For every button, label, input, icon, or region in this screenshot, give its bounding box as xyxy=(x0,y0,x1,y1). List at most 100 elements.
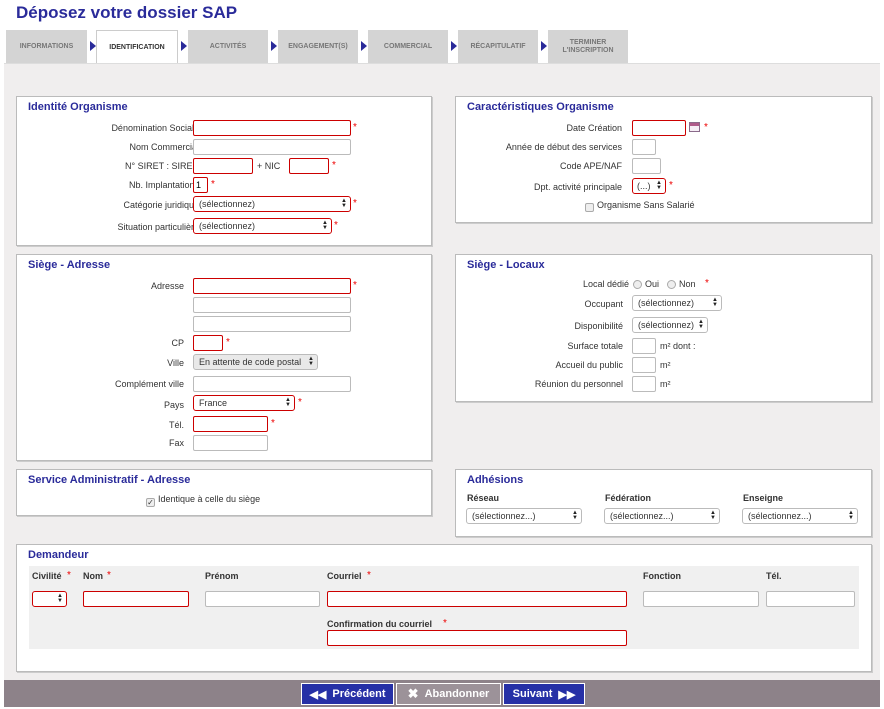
demandeur-tel-input[interactable] xyxy=(766,591,855,607)
annee-debut-label: Année de début des services xyxy=(505,142,622,152)
adresse-line2-input[interactable] xyxy=(193,297,351,313)
sans-salarie-checkbox[interactable] xyxy=(585,203,594,212)
reunion-input[interactable] xyxy=(632,376,656,392)
dpt-select[interactable]: (...) ▲ ▼ xyxy=(632,178,666,194)
step-recapitulatif[interactable]: RÉCAPITULATIF xyxy=(458,30,538,63)
denomination-label: Dénomination Sociale xyxy=(111,123,199,133)
required-mark: * xyxy=(271,418,275,429)
required-mark: * xyxy=(353,198,357,209)
step-identification[interactable]: IDENTIFICATION xyxy=(96,30,178,64)
non-label: Non xyxy=(679,279,696,289)
required-mark: * xyxy=(107,570,111,581)
required-mark: * xyxy=(669,180,673,191)
step-commercial[interactable]: COMMERCIAL xyxy=(368,30,448,63)
reseau-select[interactable]: (sélectionnez...) ▲ ▼ xyxy=(466,508,582,524)
dpt-label: Dpt. activité principale xyxy=(533,182,622,192)
adresse-line3-input[interactable] xyxy=(193,316,351,332)
confirmation-label: Confirmation du courriel xyxy=(327,619,433,629)
courriel-label: Courriel xyxy=(327,571,362,581)
required-mark: * xyxy=(334,220,338,231)
categorie-select[interactable]: (sélectionnez) ▲ ▼ xyxy=(193,196,351,212)
disponibilite-label: Disponibilité xyxy=(574,321,623,331)
nb-implantations-label: Nb. Implantations xyxy=(128,180,199,190)
complement-input[interactable] xyxy=(193,376,351,392)
nom-input[interactable] xyxy=(83,591,189,607)
denomination-input[interactable] xyxy=(193,120,351,136)
surface-input[interactable] xyxy=(632,338,656,354)
pays-label: Pays xyxy=(163,400,184,410)
courriel-input[interactable] xyxy=(327,591,627,607)
identique-checkbox[interactable]: ✓ xyxy=(146,498,155,507)
reunion-unit: m² xyxy=(660,379,671,389)
step-arrow-icon xyxy=(451,41,457,51)
code-ape-input[interactable] xyxy=(632,158,661,174)
select-arrows-icon: ▲ ▼ xyxy=(572,510,578,521)
nb-implantations-input[interactable] xyxy=(193,177,208,193)
siege-locaux-title: Siège - Locaux xyxy=(467,259,545,271)
required-mark: * xyxy=(353,280,357,291)
situation-select[interactable]: (sélectionnez) ▲ ▼ xyxy=(193,218,332,234)
annee-debut-input[interactable] xyxy=(632,139,656,155)
federation-label: Fédération xyxy=(605,493,652,503)
fax-input[interactable] xyxy=(193,435,268,451)
civilite-select[interactable]: ▲ ▼ xyxy=(32,591,67,607)
precedent-button[interactable]: ◀◀ Précédent xyxy=(301,683,394,705)
required-mark: * xyxy=(67,570,71,581)
complement-label: Complément ville xyxy=(114,379,184,389)
tel-label: Tél. xyxy=(168,420,184,430)
disponibilite-select[interactable]: (sélectionnez) ▲ ▼ xyxy=(632,317,708,333)
cp-input[interactable] xyxy=(193,335,223,351)
accueil-label: Accueil du public xyxy=(555,360,623,370)
siren-input[interactable] xyxy=(193,158,253,174)
step-arrow-icon xyxy=(271,41,277,51)
select-arrows-icon: ▲ ▼ xyxy=(308,356,314,367)
local-dedie-oui-radio[interactable] xyxy=(633,280,642,289)
select-arrows-icon: ▲ ▼ xyxy=(341,198,347,209)
required-mark: * xyxy=(704,122,708,133)
select-arrows-icon: ▲ ▼ xyxy=(285,397,291,408)
step-informations[interactable]: INFORMATIONS xyxy=(6,30,87,63)
surface-label: Surface totale xyxy=(567,341,623,351)
adresse-line1-input[interactable] xyxy=(193,278,351,294)
tel-input[interactable] xyxy=(193,416,268,432)
nic-input[interactable] xyxy=(289,158,329,174)
local-dedie-non-radio[interactable] xyxy=(667,280,676,289)
situation-label: Situation particulière xyxy=(117,222,199,232)
caracteristiques-title: Caractéristiques Organisme xyxy=(467,101,614,113)
suivant-button[interactable]: Suivant ▶▶ xyxy=(503,683,585,705)
ville-select[interactable]: En attente de code postal ▲ ▼ xyxy=(193,354,318,370)
required-mark: * xyxy=(332,160,336,171)
fonction-input[interactable] xyxy=(643,591,759,607)
required-mark: * xyxy=(298,397,302,408)
required-mark: * xyxy=(353,122,357,133)
caracteristiques-panel: Caractéristiques Organisme Date Création… xyxy=(455,96,872,223)
step-engagements[interactable]: ENGAGEMENT(S) xyxy=(278,30,358,63)
double-chevron-right-icon: ▶▶ xyxy=(558,688,576,701)
prenom-input[interactable] xyxy=(205,591,320,607)
federation-select[interactable]: (sélectionnez...) ▲ ▼ xyxy=(604,508,720,524)
fax-label: Fax xyxy=(168,438,184,448)
accueil-input[interactable] xyxy=(632,357,656,373)
required-mark: * xyxy=(705,278,709,289)
pays-select[interactable]: France ▲ ▼ xyxy=(193,395,295,411)
date-creation-label: Date Création xyxy=(566,123,622,133)
demandeur-tel-label: Tél. xyxy=(766,571,782,581)
abandonner-button[interactable]: ✖ Abandonner xyxy=(396,683,501,705)
calendar-icon[interactable] xyxy=(689,122,700,132)
civilite-label: Civilité xyxy=(32,571,62,581)
occupant-select[interactable]: (sélectionnez) ▲ ▼ xyxy=(632,295,722,311)
enseigne-label: Enseigne xyxy=(743,493,784,503)
confirmation-input[interactable] xyxy=(327,630,627,646)
date-creation-input[interactable] xyxy=(632,120,686,136)
nom-commercial-label: Nom Commercial xyxy=(129,142,199,152)
oui-label: Oui xyxy=(645,279,660,289)
nom-label: Nom xyxy=(83,571,103,581)
required-mark: * xyxy=(443,618,447,629)
select-arrows-icon: ▲ ▼ xyxy=(712,297,718,308)
enseigne-select[interactable]: (sélectionnez...) ▲ ▼ xyxy=(742,508,858,524)
step-terminer[interactable]: TERMINER L'INSCRIPTION xyxy=(548,30,628,63)
select-arrows-icon: ▲ ▼ xyxy=(57,593,63,604)
nom-commercial-input[interactable] xyxy=(193,139,351,155)
step-activites[interactable]: ACTIVITÉS xyxy=(188,30,268,63)
identite-title: Identité Organisme xyxy=(28,101,128,113)
